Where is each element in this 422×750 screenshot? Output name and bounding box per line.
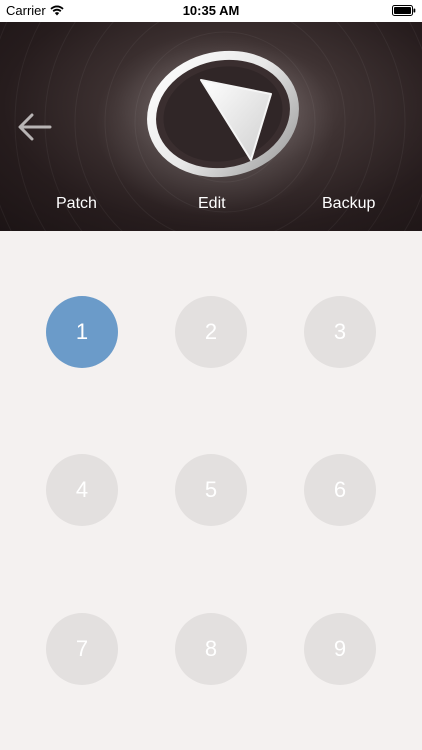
- back-button[interactable]: [14, 110, 54, 144]
- play-ring-logo-icon: [147, 50, 299, 178]
- tab-patch[interactable]: Patch: [56, 195, 97, 213]
- slot-7-button[interactable]: 7: [46, 613, 118, 685]
- slot-5-button[interactable]: 5: [175, 454, 247, 526]
- status-bar: Carrier 10:35 AM: [0, 0, 422, 22]
- tab-edit[interactable]: Edit: [198, 195, 226, 213]
- tab-backup[interactable]: Backup: [322, 195, 375, 213]
- header-banner: Patch Edit Backup: [0, 22, 422, 231]
- slot-4-button[interactable]: 4: [46, 454, 118, 526]
- slot-1-button[interactable]: 1: [46, 296, 118, 368]
- slot-grid: 1 2 3 4 5 6 7 8 9: [0, 231, 422, 750]
- slot-2-button[interactable]: 2: [175, 296, 247, 368]
- battery-icon: [392, 5, 416, 16]
- app-screen: Carrier 10:35 AM Patch Edit Backup 1 2 3…: [0, 0, 422, 750]
- slot-8-button[interactable]: 8: [175, 613, 247, 685]
- arrow-left-icon: [18, 113, 52, 141]
- slot-6-button[interactable]: 6: [304, 454, 376, 526]
- status-time: 10:35 AM: [182, 3, 240, 18]
- slot-3-button[interactable]: 3: [304, 296, 376, 368]
- slot-9-button[interactable]: 9: [304, 613, 376, 685]
